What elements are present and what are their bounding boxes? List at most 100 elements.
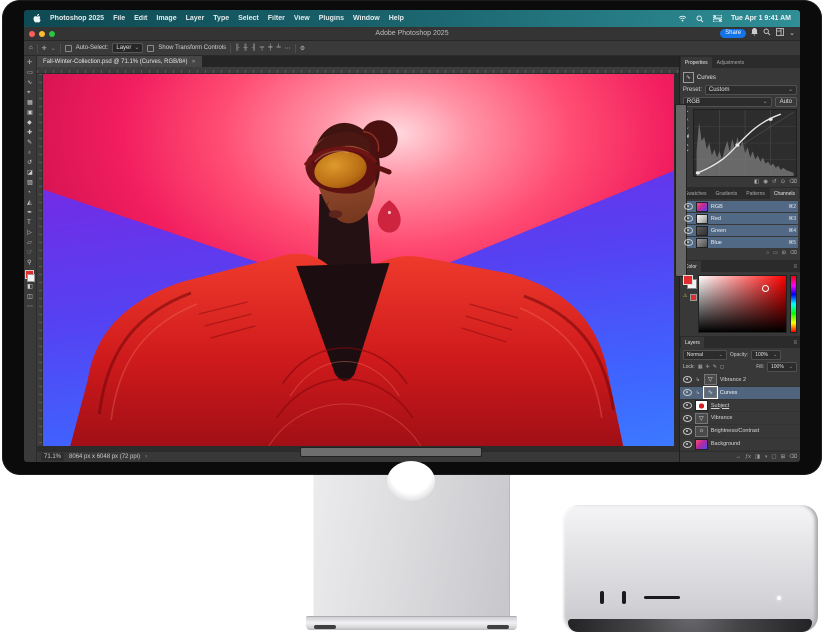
tab-patterns[interactable]: Patterns [742,188,769,199]
channel-row-rgb[interactable]: RGB ⌘2 [682,201,798,212]
hand-tool-icon[interactable]: ☞ [27,248,33,258]
lock-paint-icon[interactable]: ✎ [713,364,717,370]
align-center-icon[interactable]: ╫ [243,45,247,51]
eye-icon[interactable] [683,415,692,422]
menu-bar-clock[interactable]: Tue Apr 1 9:41 AM [731,15,791,22]
layer-thumbnail[interactable] [695,400,708,411]
eye-icon[interactable] [683,376,692,383]
tab-adjustments[interactable]: Adjustments [713,57,749,68]
color-swatches[interactable] [25,270,35,282]
delete-adjustment-icon[interactable]: ⌫ [789,179,797,185]
foreground-color-swatch[interactable] [683,275,693,285]
workspace-icon[interactable] [776,28,784,39]
curves-adjustment-icon[interactable]: ∿ [704,387,717,398]
spotlight-search-icon[interactable] [696,15,704,23]
layer-name[interactable]: Vibrance 2 [720,377,746,383]
menu-item-image[interactable]: Image [156,15,176,22]
menu-item-help[interactable]: Help [389,15,404,22]
layer-thumbnail[interactable] [695,439,708,450]
horizontal-scrollbar-thumb[interactable] [300,447,482,457]
menu-item-type[interactable]: Type [213,15,229,22]
horizontal-scrollbar[interactable] [37,446,679,451]
layer-group-icon[interactable]: ▢ [771,454,776,460]
color-picker-marker[interactable] [762,285,769,292]
tab-gradients[interactable]: Gradients [712,188,742,199]
close-tab-icon[interactable]: ✕ [191,59,195,65]
ruler-horizontal[interactable] [37,67,679,74]
lock-position-icon[interactable]: ✛ [706,364,710,370]
history-brush-tool-icon[interactable]: ↺ [27,158,33,168]
layer-name[interactable]: Curves [720,390,737,396]
control-center-icon[interactable] [713,15,722,22]
notifications-icon[interactable] [751,28,758,39]
menu-item-plugins[interactable]: Plugins [319,15,344,22]
link-layers-icon[interactable]: ↔ [736,454,742,460]
layer-row-vibrance[interactable]: ▽ Vibrance [680,412,800,425]
delete-layer-icon[interactable]: ⌫ [789,454,797,460]
vibrance-adjustment-icon[interactable]: ▽ [695,413,708,424]
marquee-tool-icon[interactable]: ▭ [27,68,33,78]
lock-all-icon[interactable]: ◻ [720,364,724,370]
hue-slider[interactable] [790,275,797,333]
visibility-icon[interactable]: ⊙ [781,179,786,185]
layer-row-subject[interactable]: Subject [680,400,800,413]
new-channel-icon[interactable]: ⊞ [782,250,786,256]
channel-select[interactable]: RGB ⌄ [683,97,772,107]
zoom-level-field[interactable]: 71.1% [41,453,64,461]
gradient-tool-icon[interactable]: ▨ [27,178,33,188]
vibrance-adjustment-icon[interactable]: ▽ [704,374,717,385]
channel-row-green[interactable]: Green ⌘4 [682,225,798,236]
saturation-brightness-field[interactable] [698,275,787,333]
align-right-icon[interactable]: ╢ [252,45,256,51]
menu-item-file[interactable]: File [113,15,125,22]
lasso-tool-icon[interactable]: ∿ [27,78,33,88]
eye-icon[interactable] [684,215,693,222]
menu-item-filter[interactable]: Filter [268,15,285,22]
layer-name[interactable]: Subject [711,403,729,409]
layer-row-vibrance-2[interactable]: ↳ ▽ Vibrance 2 [680,374,800,387]
show-transform-checkbox[interactable] [147,45,154,52]
tool-preset-caret-icon[interactable]: ⌄ [51,45,56,52]
wifi-icon[interactable] [678,15,687,22]
preset-select[interactable]: Custom ⌄ [705,85,797,95]
align-top-icon[interactable]: ╤ [260,45,264,51]
reset-icon[interactable]: ↺ [772,179,777,185]
gear-icon[interactable]: ⚙ [300,45,305,52]
brush-tool-icon[interactable]: ✎ [27,138,33,148]
share-button[interactable]: Share [720,29,746,38]
blend-mode-select[interactable]: Normal ⌄ [683,350,727,360]
auto-select-target-select[interactable]: Layer ⌄ [112,43,143,53]
vertical-scrollbar[interactable] [674,74,679,446]
layer-row-curves[interactable]: ↳ ∿ Curves [680,387,800,400]
document-tab[interactable]: Fall-Winter-Collection.psd @ 71.1% (Curv… [37,56,202,67]
search-icon[interactable] [763,28,771,39]
menu-item-photoshop[interactable]: Photoshop 2025 [50,15,104,22]
layer-name[interactable]: Vibrance [711,415,733,421]
apple-menu[interactable] [33,14,41,23]
curves-graph[interactable] [693,109,797,177]
eye-icon[interactable] [683,389,692,396]
opacity-field[interactable]: 100% ⌄ [751,350,781,360]
eye-icon[interactable] [684,227,693,234]
eyedropper-tool-icon[interactable]: ◆ [27,118,33,128]
vertical-scrollbar-thumb[interactable] [675,104,687,277]
move-tool-preset-icon[interactable]: ✛ [42,45,47,52]
status-chevron-icon[interactable]: › [145,454,147,460]
lock-transparency-icon[interactable]: ▦ [698,364,703,370]
home-icon[interactable]: ⌂ [29,45,33,51]
pen-tool-icon[interactable]: ✒ [27,208,33,218]
crop-tool-icon[interactable]: ▦ [27,98,33,108]
layer-effects-icon[interactable]: ƒx [745,454,751,460]
menu-item-layer[interactable]: Layer [186,15,205,22]
auto-button[interactable]: Auto [775,97,797,107]
eye-icon[interactable] [683,428,692,435]
eye-icon[interactable] [684,203,693,210]
fill-field[interactable]: 100% ⌄ [767,362,797,372]
healing-brush-tool-icon[interactable]: ✚ [27,128,33,138]
layer-row-background[interactable]: Background [680,438,800,451]
more-align-options-icon[interactable]: ⋯ [285,45,291,52]
align-left-icon[interactable]: ╟ [235,45,239,51]
shape-tool-icon[interactable]: ▱ [27,238,33,248]
tab-channels[interactable]: Channels [770,188,799,199]
save-selection-icon[interactable]: ▭ [773,250,778,256]
